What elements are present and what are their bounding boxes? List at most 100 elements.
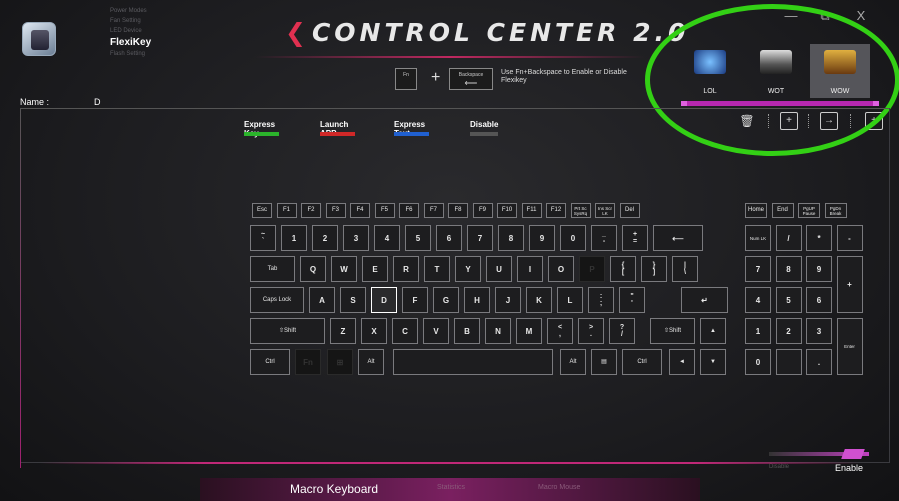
key-9[interactable]: 9 <box>806 256 832 282</box>
key-esc[interactable]: Esc <box>252 203 272 218</box>
key-4[interactable]: 4 <box>374 225 400 251</box>
key-z[interactable]: Z <box>330 318 356 344</box>
key-m[interactable]: M <box>516 318 542 344</box>
nav-item-led-device[interactable]: LED Device <box>110 26 151 36</box>
key-shift[interactable]: ⇧Shift <box>250 318 325 344</box>
tab-macro-mouse[interactable]: Macro Mouse <box>538 484 580 491</box>
tab-express-text[interactable]: Express Text <box>394 116 429 138</box>
key-k[interactable]: K <box>526 287 552 313</box>
key-sym[interactable]: <, <box>547 318 573 344</box>
key-a[interactable]: A <box>309 287 335 313</box>
key-sym[interactable]: ◄ <box>669 349 695 375</box>
key-f10[interactable]: F10 <box>497 203 517 218</box>
key-sym[interactable]: _ - <box>591 225 617 251</box>
key-0[interactable]: 0 <box>560 225 586 251</box>
key-c[interactable]: C <box>392 318 418 344</box>
key-del[interactable]: Del <box>619 203 640 218</box>
key-sym[interactable]: ↵ <box>681 287 728 313</box>
key-g[interactable]: G <box>433 287 459 313</box>
key-f4[interactable]: F4 <box>350 203 370 218</box>
nav-item-power-modes[interactable]: Power Modes <box>110 6 151 16</box>
key-sym[interactable]: - <box>836 225 863 251</box>
key-ctrl[interactable]: Ctrl <box>622 349 662 375</box>
key-sym[interactable]: >. <box>578 318 604 344</box>
nav-item-fan-setting[interactable]: Fan Setting <box>110 16 151 26</box>
key-sym[interactable]: {[ <box>610 256 636 282</box>
key-sym[interactable]: " ' <box>619 287 645 313</box>
tab-macro-keyboard[interactable]: Macro Keyboard <box>290 482 378 496</box>
key-2[interactable]: 2 <box>775 318 802 344</box>
key-pgup-pause[interactable]: PgUP Pause <box>798 203 820 218</box>
key-7[interactable]: 7 <box>467 225 493 251</box>
key-alt[interactable]: Alt <box>560 349 586 375</box>
tab-launch-app[interactable]: Launch APP <box>320 116 355 138</box>
tab-disable[interactable]: Disable <box>470 116 498 136</box>
key-sym[interactable]: ▤ <box>591 349 617 375</box>
key-sym[interactable]: * <box>806 225 832 251</box>
tab-express-key[interactable]: Express Key <box>244 116 279 138</box>
key-6[interactable]: 6 <box>806 287 832 313</box>
key-f9[interactable]: F9 <box>472 203 493 218</box>
key-enter[interactable]: Enter <box>836 318 863 375</box>
key-w[interactable]: W <box>331 256 357 282</box>
key-d[interactable]: D <box>371 287 397 313</box>
key-shift[interactable]: ⇧Shift <box>650 318 695 344</box>
key-sym[interactable] <box>775 349 802 375</box>
key-f[interactable]: F <box>402 287 428 313</box>
nav-item-flash-setting[interactable]: Flash Setting <box>110 49 151 59</box>
key-1[interactable]: 1 <box>281 225 307 251</box>
key-f2[interactable]: F2 <box>301 203 321 218</box>
key-sym[interactable]: }] <box>641 256 667 282</box>
key-end[interactable]: End <box>771 203 794 218</box>
key-sym[interactable]: ⟵ <box>653 225 703 251</box>
key-9[interactable]: 9 <box>529 225 555 251</box>
key-num-lk[interactable]: Num LK <box>745 225 771 251</box>
key-h[interactable]: H <box>464 287 490 313</box>
key-5[interactable]: 5 <box>775 287 802 313</box>
key-prt-sc-sysrq[interactable]: Prt Sc SysRq <box>570 203 591 218</box>
key-f6[interactable]: F6 <box>399 203 419 218</box>
key-f11[interactable]: F11 <box>521 203 542 218</box>
key-f1[interactable]: F1 <box>276 203 297 218</box>
key-tab[interactable]: Tab <box>250 256 295 282</box>
key-1[interactable]: 1 <box>745 318 771 344</box>
key-alt[interactable]: Alt <box>358 349 384 375</box>
key-r[interactable]: R <box>393 256 419 282</box>
key-fn[interactable]: Fn <box>295 349 321 375</box>
key-6[interactable]: 6 <box>436 225 462 251</box>
key-y[interactable]: Y <box>455 256 481 282</box>
key-q[interactable]: Q <box>300 256 326 282</box>
key-sym[interactable]: / <box>775 225 802 251</box>
key-f3[interactable]: F3 <box>325 203 346 218</box>
key-n[interactable]: N <box>485 318 511 344</box>
key-f8[interactable]: F8 <box>448 203 468 218</box>
key-home[interactable]: Home <box>745 203 767 218</box>
profile-name-field[interactable]: D <box>94 97 164 107</box>
key-sym[interactable]: ~ ` <box>250 225 276 251</box>
key-p[interactable]: P <box>579 256 605 282</box>
key-j[interactable]: J <box>495 287 521 313</box>
key-pgdn-break[interactable]: PgDn Break <box>824 203 847 218</box>
key-sym[interactable]: ? / <box>609 318 635 344</box>
key-e[interactable]: E <box>362 256 388 282</box>
tab-statistics[interactable]: Statistics <box>437 484 465 491</box>
key-x[interactable]: X <box>361 318 387 344</box>
key-v[interactable]: V <box>423 318 449 344</box>
key-sym[interactable]: ▲ <box>700 318 726 344</box>
key-sym[interactable]: . <box>806 349 832 375</box>
key-i[interactable]: I <box>517 256 543 282</box>
key-2[interactable]: 2 <box>312 225 338 251</box>
key-b[interactable]: B <box>454 318 480 344</box>
key-u[interactable]: U <box>486 256 512 282</box>
key-sym[interactable]: + <box>836 256 863 313</box>
key-t[interactable]: T <box>424 256 450 282</box>
key-8[interactable]: 8 <box>498 225 524 251</box>
key-3[interactable]: 3 <box>343 225 369 251</box>
key-f7[interactable]: F7 <box>423 203 444 218</box>
toggle-knob[interactable] <box>841 449 865 459</box>
key-f5[interactable]: F5 <box>374 203 395 218</box>
key-sym[interactable]: | \ <box>672 256 698 282</box>
key-sym[interactable] <box>393 349 553 375</box>
key-sym[interactable]: ▼ <box>700 349 726 375</box>
key-f12[interactable]: F12 <box>546 203 566 218</box>
